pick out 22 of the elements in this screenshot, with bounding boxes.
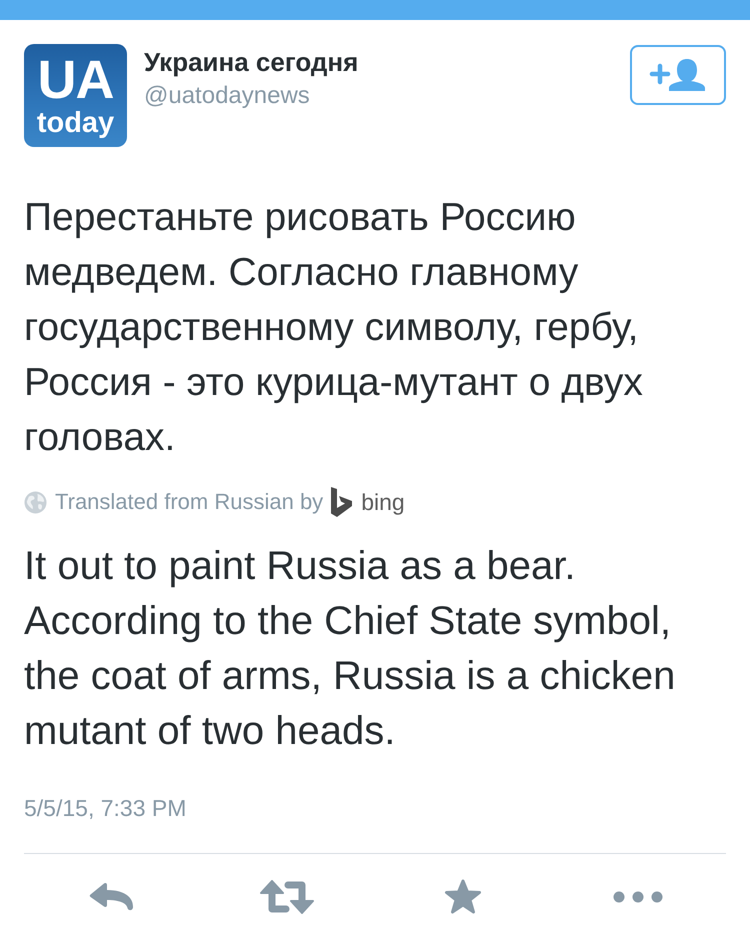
retweet-button[interactable]	[260, 880, 314, 914]
author-name: Украина сегодня	[144, 46, 358, 78]
reply-button[interactable]	[88, 882, 135, 912]
timestamp: 5/5/15, 7:33 PM	[24, 794, 188, 823]
logo-text: UA	[38, 53, 114, 107]
reply-icon	[88, 882, 135, 912]
avatar-logo[interactable]: UA today	[24, 44, 127, 147]
translated-text: It out to paint Russia as a bear. According to the Chief State symbol, the coat of arms, Russia is a chicken mutant of two heads.	[24, 543, 676, 755]
follow-button[interactable]	[630, 45, 726, 105]
translator-name: bing	[361, 488, 405, 517]
bing-logo-icon	[331, 487, 354, 517]
person-plus-icon	[649, 59, 707, 91]
logo-text: today	[36, 109, 114, 138]
retweet-icon	[260, 880, 314, 914]
star-icon	[444, 878, 482, 914]
favorite-button[interactable]	[444, 878, 482, 914]
tweet-text: Перестаньте рисовать Россию медведем. Согласно главному государственному символу, гербу, Россия - это курица-мутант о двух головах.	[24, 195, 644, 461]
translation-label: Translated from Russian by	[55, 488, 324, 516]
author-handle: @uatodaynews	[144, 81, 311, 111]
more-icon	[613, 890, 664, 902]
globe-icon	[24, 490, 47, 514]
more-button[interactable]	[613, 890, 664, 902]
